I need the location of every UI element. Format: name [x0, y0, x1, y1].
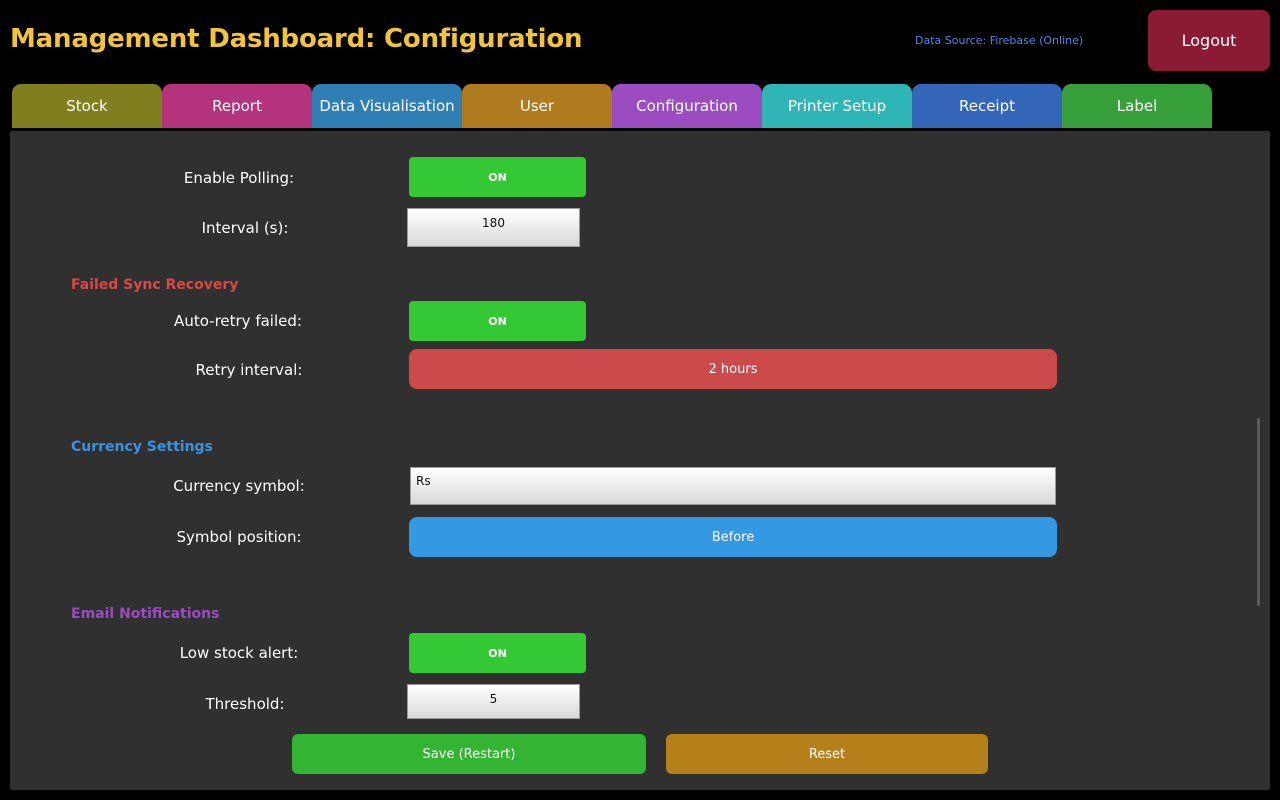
tab-configuration[interactable]: Configuration: [612, 84, 762, 128]
enable-polling-label: Enable Polling:: [183, 169, 295, 187]
tab-report[interactable]: Report: [162, 84, 312, 128]
data-source-status: Data Source: Firebase (Online): [915, 34, 1084, 47]
threshold-label: Threshold:: [205, 695, 285, 713]
low-stock-alert-label: Low stock alert:: [179, 644, 299, 662]
reset-button[interactable]: Reset: [666, 734, 988, 774]
retry-interval-label: Retry interval:: [195, 361, 303, 379]
threshold-input[interactable]: 5: [407, 684, 580, 719]
tab-label[interactable]: Label: [1062, 84, 1212, 128]
auto-retry-toggle[interactable]: ON: [409, 301, 586, 341]
interval-label: Interval (s):: [201, 219, 289, 237]
email-notifications-heading: Email Notifications: [71, 606, 220, 622]
failed-sync-heading: Failed Sync Recovery: [71, 277, 239, 293]
interval-input[interactable]: 180: [407, 208, 580, 247]
save-restart-button[interactable]: Save (Restart): [292, 734, 646, 774]
low-stock-alert-toggle[interactable]: ON: [409, 633, 586, 673]
symbol-position-label: Symbol position:: [176, 528, 302, 546]
app-window: Management Dashboard: Configuration Data…: [0, 0, 1280, 800]
tab-data-visualisation[interactable]: Data Visualisation: [312, 84, 462, 128]
tab-receipt[interactable]: Receipt: [912, 84, 1062, 128]
tab-user[interactable]: User: [462, 84, 612, 128]
page-title: Management Dashboard: Configuration: [10, 24, 583, 54]
tab-printer-setup[interactable]: Printer Setup: [762, 84, 912, 128]
retry-interval-dropdown[interactable]: 2 hours: [409, 349, 1057, 389]
auto-retry-label: Auto-retry failed:: [174, 312, 302, 330]
currency-symbol-label: Currency symbol:: [173, 477, 305, 495]
symbol-position-dropdown[interactable]: Before: [409, 517, 1057, 557]
enable-polling-toggle[interactable]: ON: [409, 157, 586, 197]
currency-symbol-input[interactable]: Rs: [410, 467, 1056, 505]
logout-button[interactable]: Logout: [1148, 10, 1270, 71]
panel-scrollbar[interactable]: [1257, 418, 1260, 606]
configuration-panel: Enable Polling: ON Interval (s): 180 Fai…: [10, 131, 1270, 790]
currency-settings-heading: Currency Settings: [71, 439, 213, 455]
tab-stock[interactable]: Stock: [12, 84, 162, 128]
